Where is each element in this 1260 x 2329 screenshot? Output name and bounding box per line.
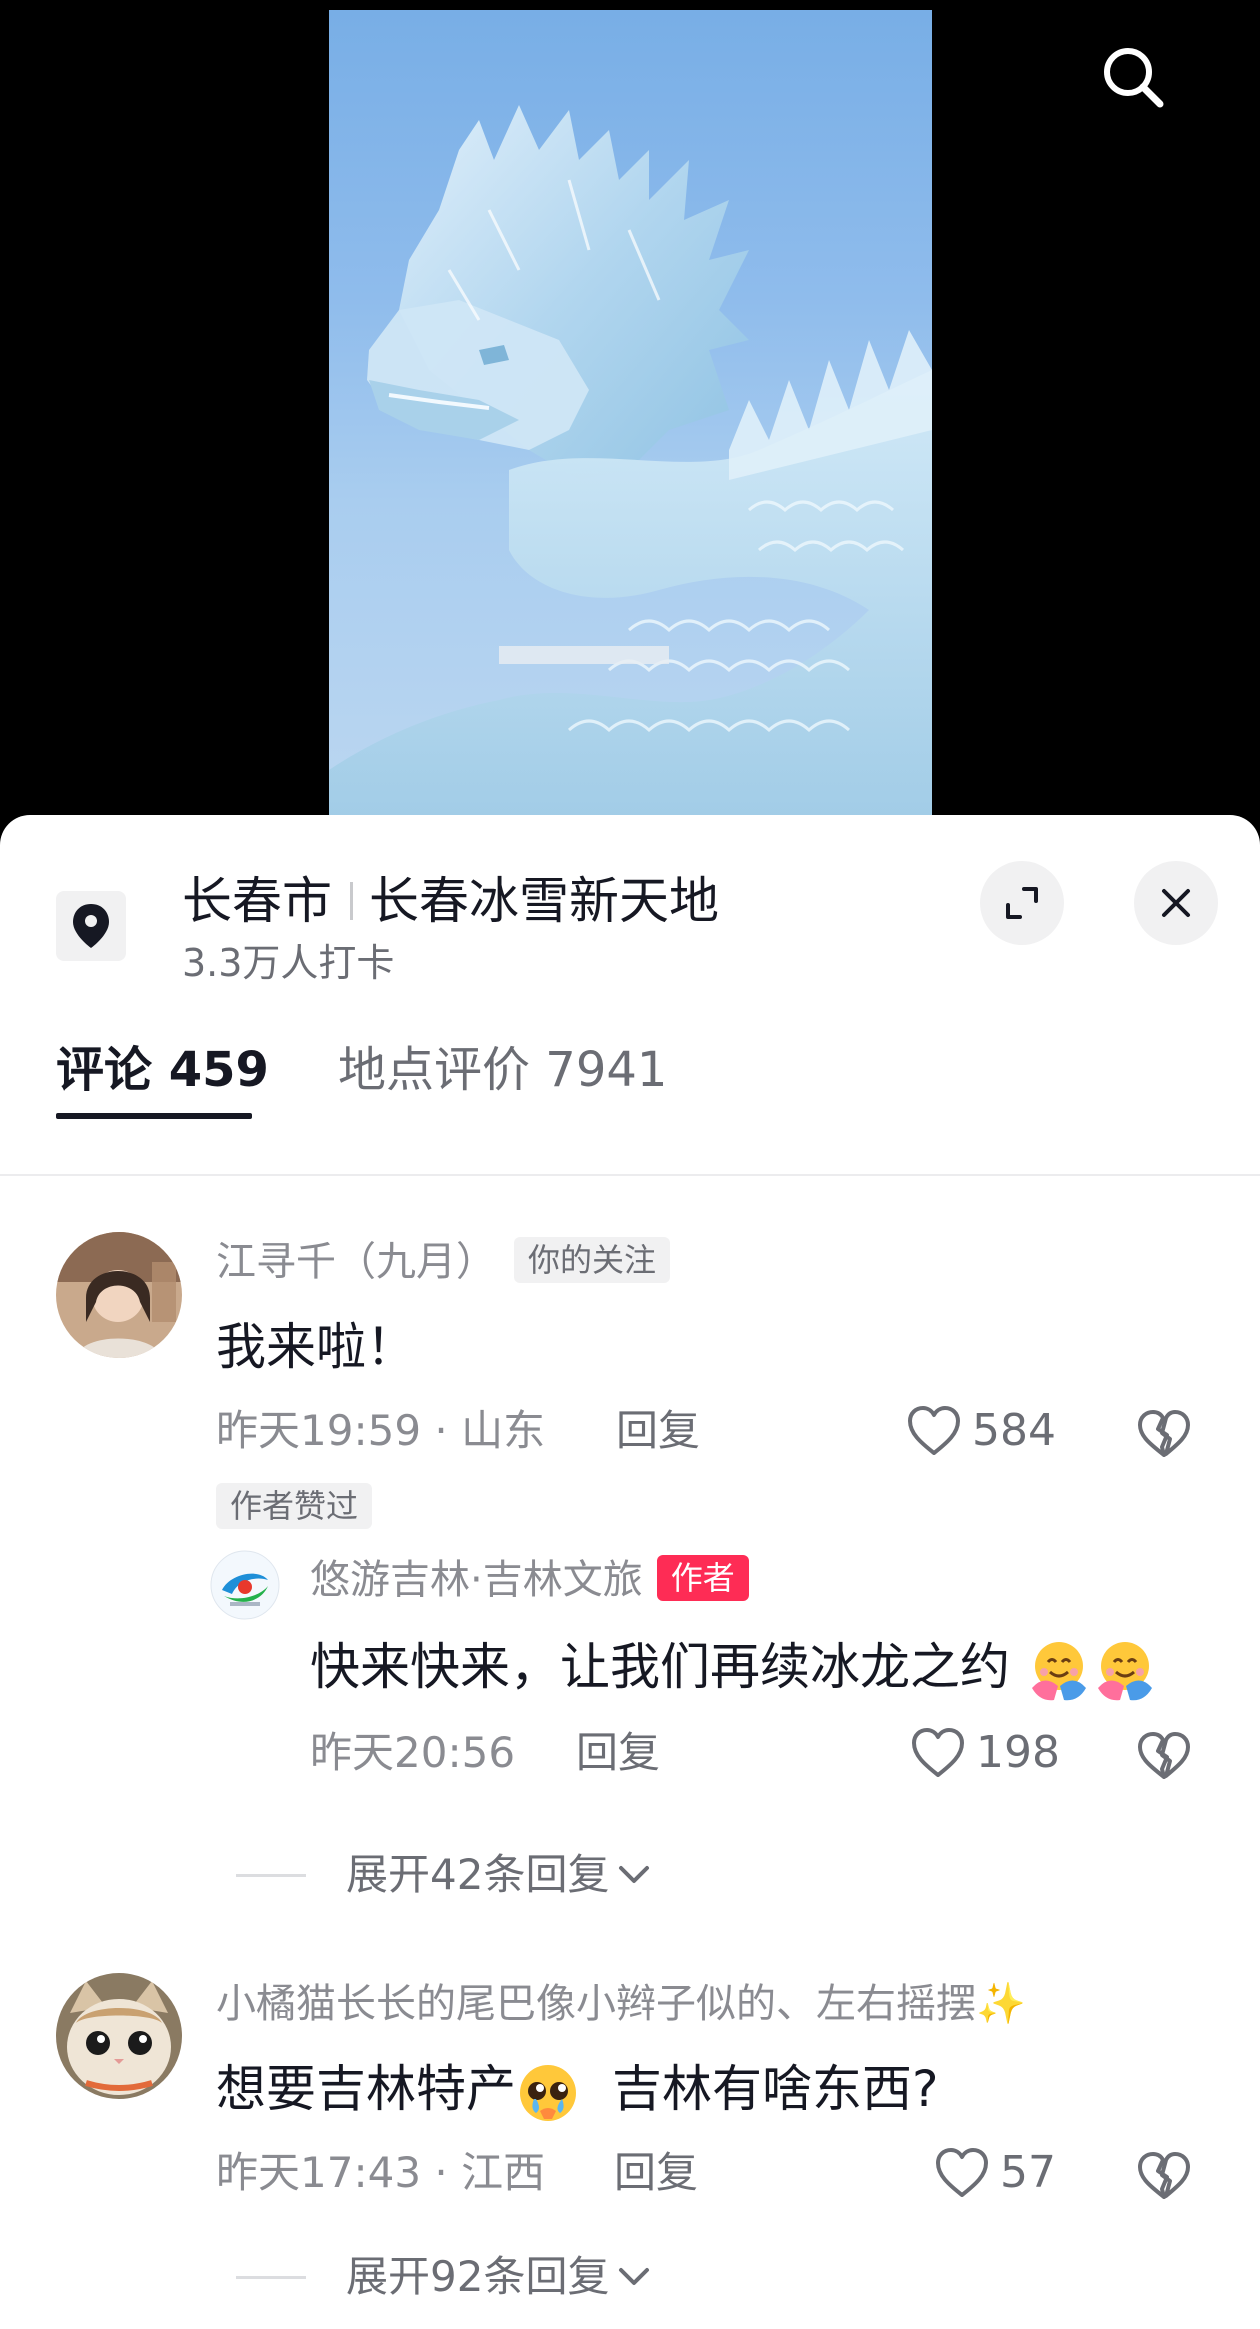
- broken-heart-icon: [1138, 2152, 1190, 2199]
- tab-reviews-label: 地点评价: [338, 1042, 531, 1098]
- comment-text-part1: 想要吉林特产: [216, 2060, 516, 2118]
- reply-text[interactable]: 快来快来，让我们再续冰龙之约: [310, 1635, 1158, 1704]
- location-header: 长春市 长春冰雪新天地 3.3万人打卡: [0, 815, 1260, 1000]
- comment-sheet: 长春市 长春冰雪新天地 3.3万人打卡 评论 459 地点评价 7941 江寻千…: [0, 815, 1260, 2329]
- broken-heart-icon: [1138, 1410, 1190, 1457]
- user-avatar-image: [56, 1232, 182, 1358]
- location-place: 长春冰雪新天地: [369, 872, 719, 930]
- dislike-button[interactable]: [1136, 2151, 1192, 2205]
- avatar[interactable]: [210, 1550, 280, 1620]
- location-title[interactable]: 长春市 长春冰雪新天地: [182, 869, 719, 933]
- author-liked-badge: 作者赞过: [216, 1483, 373, 1529]
- reply-button[interactable]: 回复: [576, 1725, 660, 1781]
- expand-divider: [236, 2275, 306, 2279]
- comment-time: 昨天19:59: [216, 1406, 422, 1455]
- comment-region: 山东: [461, 1406, 546, 1455]
- cat-avatar-image: [56, 1973, 182, 2099]
- tab-bar: 评论 459 地点评价 7941: [0, 1000, 1260, 1176]
- search-button[interactable]: [1090, 34, 1176, 120]
- expand-icon: [1006, 887, 1038, 919]
- hugging-face-emoji-icon: [1031, 1641, 1086, 1700]
- like-count: 57: [1000, 2147, 1056, 2198]
- chevron-down-icon: [619, 2268, 650, 2285]
- dislike-button[interactable]: [1136, 1731, 1192, 1785]
- expand-divider: [236, 1873, 306, 1877]
- heart-icon: [936, 2148, 988, 2197]
- close-icon: [1162, 889, 1190, 917]
- video-frame-ice-dragon[interactable]: [329, 10, 932, 830]
- comment-text-part2: 吉林有啥东西?: [612, 2060, 939, 2118]
- comment-meta: 昨天19:59 · 山东: [216, 1403, 545, 1459]
- reply-button[interactable]: 回复: [616, 1403, 700, 1459]
- expand-label: 展开92条回复: [346, 2252, 610, 2301]
- hugging-face-emoji-icon: [1097, 1641, 1152, 1700]
- pleading-face-emoji-icon: [520, 2064, 576, 2121]
- tab-place-reviews[interactable]: 地点评价 7941: [338, 1040, 667, 1100]
- reply-time: 昨天20:56: [310, 1728, 516, 1777]
- tab-comments-label: 评论: [56, 1042, 153, 1098]
- meta-dot: ·: [421, 1406, 462, 1455]
- location-pin-icon: [73, 904, 109, 948]
- ice-dragon-sculpture-image: [329, 105, 932, 830]
- author-badge: 作者: [656, 1555, 749, 1601]
- like-button[interactable]: 57: [934, 2145, 1056, 2201]
- comment-text[interactable]: 我来啦！: [216, 1315, 416, 1379]
- expand-replies-button[interactable]: 展开42条回复: [236, 1847, 651, 1903]
- expand-replies-button[interactable]: 展开92条回复: [236, 2249, 651, 2305]
- username-text: 江寻千（九月）: [216, 1239, 496, 1285]
- comment-time: 昨天17:43: [216, 2148, 422, 2197]
- comment-username[interactable]: 江寻千（九月） 你的关注: [216, 1235, 671, 1289]
- close-button[interactable]: [1134, 861, 1218, 945]
- chevron-down-icon: [619, 1866, 650, 1883]
- video-player[interactable]: [0, 0, 1260, 830]
- reply-username-text: 悠游吉林·吉林文旅: [310, 1557, 643, 1603]
- dislike-button[interactable]: [1136, 1409, 1192, 1463]
- comment-username[interactable]: 小橘猫长长的尾巴像小辫子似的、左右摇摆✨: [216, 1977, 1026, 2031]
- reply-text-content: 快来快来，让我们再续冰龙之约: [310, 1638, 1010, 1696]
- title-separator: [350, 882, 353, 920]
- heart-icon: [908, 1406, 960, 1455]
- following-badge: 你的关注: [514, 1237, 671, 1283]
- like-button[interactable]: 584: [906, 1403, 1056, 1459]
- comment-meta: 昨天17:43 · 江西: [216, 2145, 545, 2201]
- meta-dot: ·: [421, 2148, 462, 2197]
- heart-icon: [912, 1728, 964, 1777]
- reply-button[interactable]: 回复: [614, 2145, 698, 2201]
- like-button[interactable]: 198: [910, 1725, 1060, 1781]
- search-icon: [1104, 48, 1164, 108]
- location-city: 长春市: [182, 872, 332, 930]
- comment-text[interactable]: 想要吉林特产 吉林有啥东西?: [216, 2057, 939, 2125]
- like-count: 198: [976, 1727, 1060, 1778]
- expand-button[interactable]: [980, 861, 1064, 945]
- avatar[interactable]: [56, 1232, 182, 1358]
- jilin-culture-tourism-logo: [210, 1550, 280, 1620]
- active-tab-indicator: [56, 1113, 252, 1119]
- tab-comments-count: 459: [168, 1042, 269, 1098]
- reply-username[interactable]: 悠游吉林·吉林文旅 作者: [310, 1553, 749, 1607]
- checkin-count: 3.3万人打卡: [182, 941, 395, 985]
- comment-region: 江西: [461, 2148, 546, 2197]
- broken-heart-icon: [1138, 1732, 1190, 1779]
- like-count: 584: [972, 1405, 1056, 1456]
- avatar[interactable]: [56, 1973, 182, 2099]
- expand-label: 展开42条回复: [346, 1850, 610, 1899]
- tab-comments[interactable]: 评论 459: [56, 1040, 269, 1100]
- tab-reviews-count: 7941: [545, 1042, 668, 1098]
- location-pin-badge[interactable]: [56, 891, 126, 961]
